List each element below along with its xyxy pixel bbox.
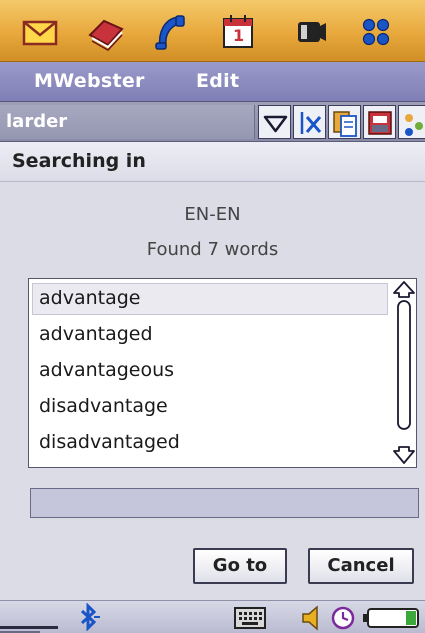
cancel-button[interactable]: Cancel: [308, 548, 414, 584]
menu-bar: MWebster Edit: [0, 62, 425, 102]
scroll-thumb: [397, 300, 411, 430]
menu-edit[interactable]: Edit: [196, 70, 239, 92]
bluetooth-icon[interactable]: [74, 603, 102, 631]
list-item[interactable]: advantaged: [39, 323, 153, 345]
paste-icon: [368, 111, 392, 135]
search-toolbar: larder: [0, 102, 425, 142]
list-item[interactable]: advantage: [39, 287, 140, 309]
menu-mwebster[interactable]: MWebster: [34, 70, 145, 92]
copy-button[interactable]: [328, 105, 361, 139]
options-icon: [405, 114, 423, 136]
dictionary-label: EN-EN: [184, 204, 241, 225]
clear-icon: [300, 112, 322, 134]
signal-strip-icon: [0, 626, 58, 633]
dropdown-button[interactable]: [258, 105, 291, 139]
scroll-down-icon[interactable]: [393, 446, 415, 464]
messaging-icon[interactable]: [20, 13, 60, 51]
list-item[interactable]: disadvantage: [39, 395, 168, 417]
status-bar: [0, 600, 425, 633]
search-input-value: larder: [6, 111, 68, 132]
goto-button[interactable]: Go to: [193, 548, 287, 584]
found-count: Found 7 words: [146, 239, 279, 260]
battery-icon: [363, 608, 419, 628]
list-item[interactable]: advantageous: [39, 359, 174, 381]
dictionary-icon[interactable]: [86, 13, 126, 51]
search-input[interactable]: larder: [0, 105, 255, 139]
copy-icon: [333, 111, 357, 137]
calendar-icon[interactable]: 1: [218, 13, 258, 51]
media-icon[interactable]: [290, 13, 330, 51]
scroll-up-icon[interactable]: [393, 281, 415, 298]
calendar-day: 1: [233, 26, 245, 45]
clock-icon[interactable]: [330, 605, 356, 631]
search-results-panel: EN-EN Found 7 words advantage advantaged…: [0, 182, 425, 600]
clear-button[interactable]: [293, 105, 326, 139]
section-title: Searching in: [12, 150, 146, 172]
section-header: Searching in: [0, 142, 425, 182]
results-list: advantage advantaged advantageous disadv…: [28, 278, 417, 468]
app-launcher-bar: 1: [0, 0, 425, 62]
list-item[interactable]: disadvantaged: [39, 431, 180, 453]
list-scrollbar[interactable]: [392, 279, 416, 467]
phone-icon[interactable]: [150, 13, 190, 51]
keyboard-icon[interactable]: [233, 605, 267, 631]
paste-button[interactable]: [363, 105, 396, 139]
volume-icon[interactable]: [299, 605, 321, 631]
options-button[interactable]: [398, 105, 425, 139]
apps-grid-icon[interactable]: [356, 13, 396, 51]
chevron-down-icon: [263, 115, 288, 133]
progress-bar: [30, 488, 419, 518]
